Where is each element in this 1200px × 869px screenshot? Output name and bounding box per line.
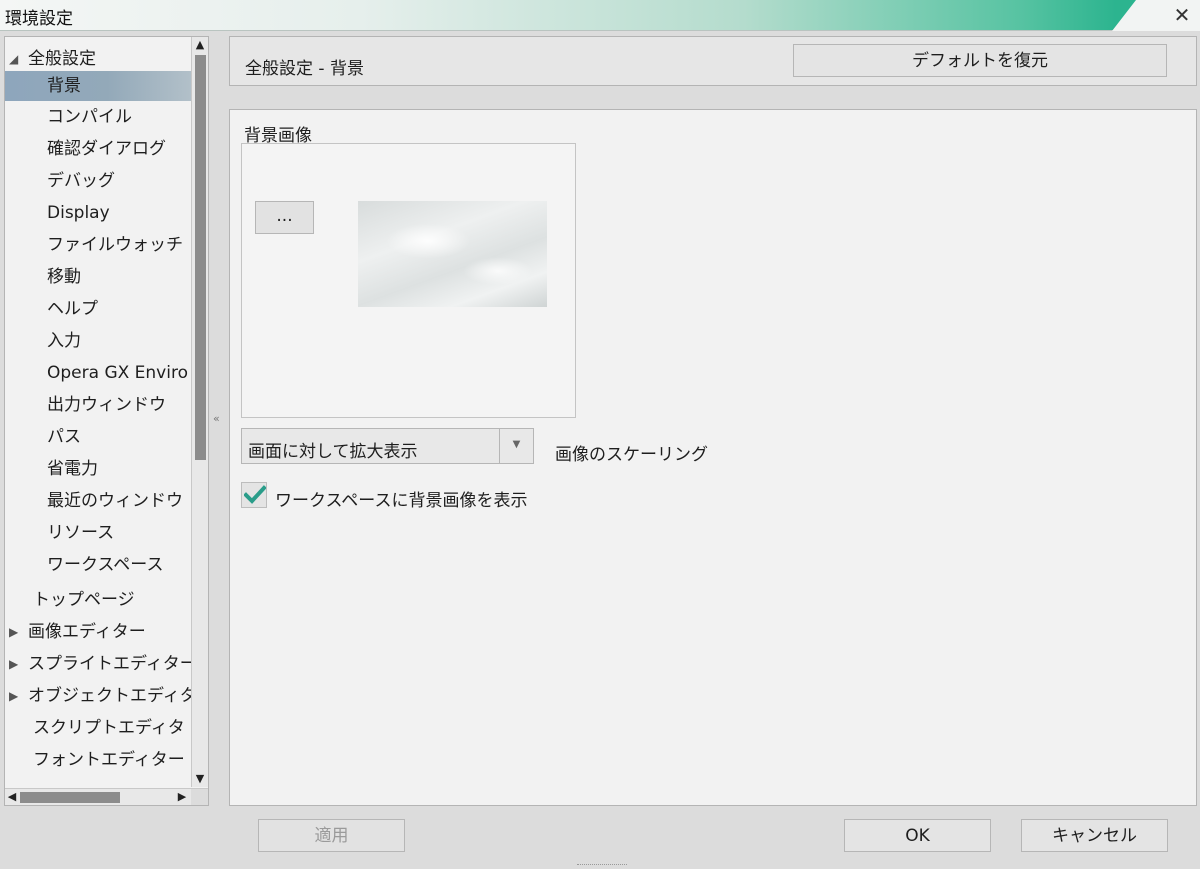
resize-grip[interactable] xyxy=(577,864,627,867)
tree-item[interactable]: パス xyxy=(5,422,191,452)
tree-item-label: 出力ウィンドウ xyxy=(47,395,166,415)
tree-item[interactable]: トップページ xyxy=(5,585,191,615)
tree-item[interactable]: Display xyxy=(5,198,191,228)
tree-item-label: Opera GX Enviro xyxy=(47,363,188,383)
scroll-up-icon[interactable]: ▲ xyxy=(192,37,208,53)
show-background-checkbox[interactable] xyxy=(241,482,267,508)
tree-item[interactable]: Opera GX Enviro xyxy=(5,358,191,388)
settings-content: 背景画像 ... 画面に対して拡大表示 ▼ 画像のスケーリング ワークスペースに… xyxy=(229,109,1197,806)
page-header: 全般設定 - 背景 デフォルトを復元 xyxy=(229,36,1197,86)
tree-item[interactable]: ▶ 画像エディター xyxy=(5,617,191,647)
collapsed-triangle-icon[interactable]: ▶ xyxy=(9,681,18,711)
page-title: 全般設定 - 背景 xyxy=(245,59,364,79)
tree-item-label: 省電力 xyxy=(47,459,98,479)
tree-item-label: 画像エディター xyxy=(28,622,146,642)
tree-item[interactable]: コンパイル xyxy=(5,102,191,132)
show-background-label: ワークスペースに背景画像を表示 xyxy=(275,491,528,511)
tree-item[interactable]: 出力ウィンドウ xyxy=(5,390,191,420)
scaling-dropdown[interactable]: 画面に対して拡大表示 ▼ xyxy=(241,428,534,464)
tree-item[interactable]: ◢ 全般設定 xyxy=(5,44,191,74)
tree-item[interactable]: リソース xyxy=(5,518,191,548)
cancel-button[interactable]: キャンセル xyxy=(1021,819,1168,852)
tree-item[interactable]: ▶ スプライトエディター xyxy=(5,649,191,679)
collapsed-triangle-icon[interactable]: ▶ xyxy=(9,617,18,647)
scaling-label: 画像のスケーリング xyxy=(555,445,708,465)
checkmark-icon xyxy=(244,485,266,504)
tree-item-label: デバッグ xyxy=(47,171,115,191)
tree-item-label: コンパイル xyxy=(47,107,132,127)
restore-defaults-button[interactable]: デフォルトを復元 xyxy=(793,44,1167,77)
tree-item-label: トップページ xyxy=(33,590,135,610)
tree-item[interactable]: 背景 xyxy=(5,71,191,101)
tree-item-label: スプライトエディター xyxy=(28,654,191,674)
tree-item-label: 背景 xyxy=(47,76,81,96)
close-icon[interactable]: ✕ xyxy=(1170,3,1194,27)
tree-item-label: 最近のウィンドウ xyxy=(47,491,183,511)
background-image-preview xyxy=(358,201,547,307)
tree-item-label: オブジェクトエディター xyxy=(28,686,191,706)
title-bar: 環境設定 ✕ xyxy=(0,0,1200,31)
tree-item-label: 全般設定 xyxy=(28,49,96,69)
collapsed-triangle-icon[interactable]: ▶ xyxy=(9,649,18,679)
tree-item-label: 移動 xyxy=(47,267,81,287)
ok-button[interactable]: OK xyxy=(844,819,991,852)
tree-item[interactable]: 最近のウィンドウ xyxy=(5,486,191,516)
settings-tree: ◢ 全般設定背景コンパイル確認ダイアログ デバッグ Display ファイルウォッチ 移動… xyxy=(4,36,209,806)
tree-item[interactable]: 移動 xyxy=(5,262,191,292)
scroll-thumb[interactable] xyxy=(195,55,206,460)
tree-item-label: Display xyxy=(47,203,110,223)
expanded-triangle-icon[interactable]: ◢ xyxy=(9,44,18,74)
window-title: 環境設定 xyxy=(5,9,73,29)
tree-item-label: フォントエディター xyxy=(33,750,185,770)
tree-item[interactable]: ▶ オブジェクトエディター xyxy=(5,681,191,711)
splitter-collapse-icon[interactable]: « xyxy=(213,412,220,425)
hscroll-thumb[interactable] xyxy=(20,792,120,803)
tree-item[interactable]: ワークスペース xyxy=(5,550,191,580)
browse-image-button[interactable]: ... xyxy=(255,201,314,234)
tree-item[interactable]: デバッグ xyxy=(5,166,191,196)
tree-item-label: ワークスペース xyxy=(47,555,164,575)
tree-item-label: ファイルウォッチ xyxy=(47,235,183,255)
scroll-right-icon[interactable]: ▶ xyxy=(175,789,189,805)
tree-item-label: 入力 xyxy=(47,331,81,351)
tree-item-label: スクリプトエディタ xyxy=(33,718,185,738)
tree-item-label: リソース xyxy=(47,523,115,543)
tree-horizontal-scrollbar[interactable]: ◀ ▶ xyxy=(5,788,208,805)
tree-item-label: 確認ダイアログ xyxy=(47,139,166,159)
tree-item[interactable]: スクリプトエディタ xyxy=(5,713,191,743)
tree-vertical-scrollbar[interactable]: ▲ ▼ xyxy=(191,37,208,787)
tree-item-label: ヘルプ xyxy=(47,299,98,319)
apply-button[interactable]: 適用 xyxy=(258,819,405,852)
tree-item[interactable]: フォントエディター xyxy=(5,745,191,775)
tree-item[interactable]: ヘルプ xyxy=(5,294,191,324)
tree-item[interactable]: 入力 xyxy=(5,326,191,356)
scroll-corner xyxy=(191,789,208,805)
tree-item[interactable]: 確認ダイアログ xyxy=(5,134,191,164)
tree-item-label: パス xyxy=(47,427,81,447)
scroll-left-icon[interactable]: ◀ xyxy=(5,789,19,805)
tree-item[interactable]: 省電力 xyxy=(5,454,191,484)
scaling-dropdown-value: 画面に対して拡大表示 xyxy=(248,442,418,462)
background-image-box: ... xyxy=(241,143,576,418)
tree-item[interactable]: ファイルウォッチ xyxy=(5,230,191,260)
chevron-down-icon[interactable]: ▼ xyxy=(499,429,533,463)
scroll-down-icon[interactable]: ▼ xyxy=(192,771,208,787)
